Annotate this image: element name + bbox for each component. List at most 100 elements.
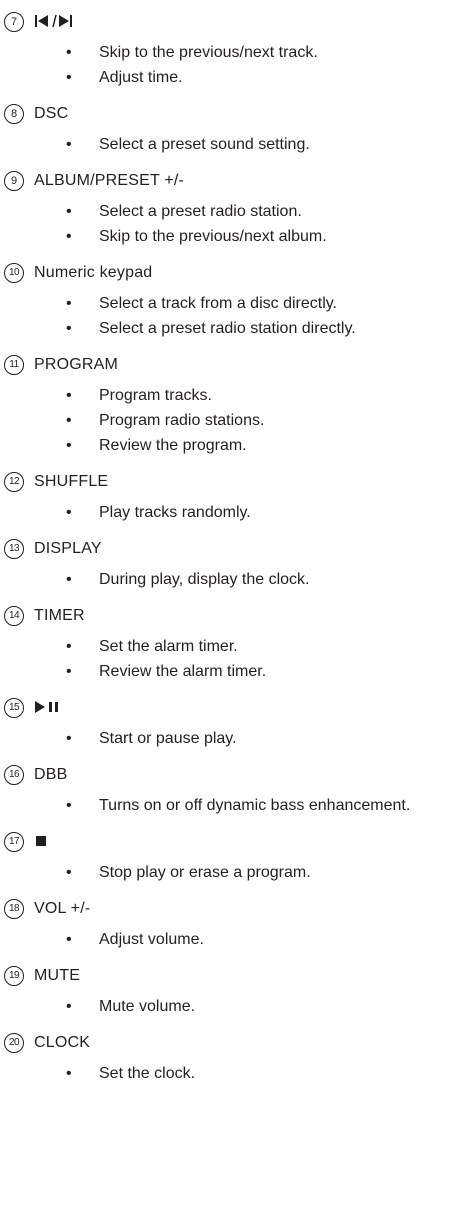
item-header: 15 <box>0 692 456 726</box>
item-label-text: PROGRAM <box>34 356 119 373</box>
bullet-item: • Review the program. <box>0 433 456 458</box>
item-8: 8 DSC • Select a preset sound setting. <box>0 98 456 165</box>
item-number-badge: 17 <box>4 832 24 852</box>
bullet-dot: • <box>66 504 72 521</box>
item-bullet-list: • Stop play or erase a program. <box>0 860 456 885</box>
item-label-text: DSC <box>34 105 69 122</box>
item-spacer <box>0 1086 456 1094</box>
item-bullet-list: • Adjust volume. <box>0 927 456 952</box>
item-label: DBB <box>34 765 68 785</box>
bullet-text: During play, display the clock. <box>99 571 310 588</box>
item-label-text: ALBUM/PRESET +/- <box>34 172 185 189</box>
item-label-text: Numeric keypad <box>34 264 153 281</box>
item-16: 16 DBB • Turns on or off dynamic bass enhan… <box>0 759 456 826</box>
bullet-item: • Review the alarm timer. <box>0 659 456 684</box>
item-spacer <box>0 90 456 98</box>
bullet-text: Select a track from a disc directly. <box>99 295 337 312</box>
play-pause-icon <box>34 699 62 716</box>
item-spacer <box>0 458 456 466</box>
bullet-item: • Skip to the previous/next album. <box>0 224 456 249</box>
item-bullet-list: • Select a preset radio station. • Skip to … <box>0 199 456 249</box>
item-11: 11 PROGRAM • Program tracks. • Program radio … <box>0 349 456 466</box>
bullet-text: Mute volume. <box>99 998 196 1015</box>
item-bullet-list: • During play, display the clock. <box>0 567 456 592</box>
bullet-dot: • <box>66 437 72 454</box>
bullet-dot: • <box>66 797 72 814</box>
item-spacer <box>0 684 456 692</box>
bullet-text: Skip to the previous/next track. <box>99 44 318 61</box>
item-label: DISPLAY <box>34 539 102 559</box>
item-number-badge: 20 <box>4 1033 24 1053</box>
item-label: PROGRAM <box>34 355 118 375</box>
item-label <box>34 698 62 718</box>
item-number-badge: 16 <box>4 765 24 785</box>
bullet-text: Set the clock. <box>99 1065 196 1082</box>
item-label-text: SHUFFLE <box>34 473 109 490</box>
item-label: VOL +/- <box>34 899 90 919</box>
item-label-text: DISPLAY <box>34 540 102 557</box>
bullet-text: Review the program. <box>99 437 247 454</box>
item-15: 15 • Start or pause play. <box>0 692 456 759</box>
bullet-text: Play tracks randomly. <box>99 504 251 521</box>
bullet-text: Adjust time. <box>99 69 183 86</box>
item-number-badge: 15 <box>4 698 24 718</box>
item-label: SHUFFLE <box>34 472 108 492</box>
item-spacer <box>0 592 456 600</box>
item-label: ALBUM/PRESET +/- <box>34 171 184 191</box>
item-number-badge: 12 <box>4 472 24 492</box>
bullet-text: Turns on or off dynamic bass enhancement… <box>99 797 411 814</box>
item-9: 9 ALBUM/PRESET +/- • Select a preset radio … <box>0 165 456 257</box>
bullet-dot: • <box>66 228 72 245</box>
item-label: DSC <box>34 104 68 124</box>
item-spacer <box>0 885 456 893</box>
bullet-dot: • <box>66 412 72 429</box>
item-label: TIMER <box>34 606 85 626</box>
item-header: 9 ALBUM/PRESET +/- <box>0 165 456 199</box>
bullet-dot: • <box>66 387 72 404</box>
bullet-item: • Set the alarm timer. <box>0 634 456 659</box>
item-number-badge: 19 <box>4 966 24 986</box>
bullet-item: • Skip to the previous/next track. <box>0 40 456 65</box>
item-label: MUTE <box>34 966 80 986</box>
item-bullet-list: • Set the alarm timer. • Review the alarm t… <box>0 634 456 684</box>
bullet-text: Stop play or erase a program. <box>99 864 311 881</box>
item-number-badge: 13 <box>4 539 24 559</box>
item-number-badge: 11 <box>4 355 24 375</box>
item-label: Numeric keypad <box>34 263 152 283</box>
bullet-text: Program tracks. <box>99 387 212 404</box>
bullet-item: • Stop play or erase a program. <box>0 860 456 885</box>
bullet-dot: • <box>66 638 72 655</box>
item-label: CLOCK <box>34 1033 90 1053</box>
item-number-badge: 18 <box>4 899 24 919</box>
item-bullet-list: • Mute volume. <box>0 994 456 1019</box>
item-spacer <box>0 157 456 165</box>
item-header: 7 <box>0 6 456 40</box>
bullet-text: Select a preset radio station. <box>99 203 302 220</box>
item-label-text: MUTE <box>34 967 81 984</box>
bullet-item: • Select a preset radio station. <box>0 199 456 224</box>
item-header: 11 PROGRAM <box>0 349 456 383</box>
item-header: 17 <box>0 826 456 860</box>
item-header: 8 DSC <box>0 98 456 132</box>
bullet-dot: • <box>66 44 72 61</box>
item-label-text: VOL +/- <box>34 900 91 917</box>
item-header: 13 DISPLAY <box>0 533 456 567</box>
bullet-dot: • <box>66 295 72 312</box>
item-label-text: CLOCK <box>34 1034 91 1051</box>
bullet-item: • Program radio stations. <box>0 408 456 433</box>
bullet-dot: • <box>66 864 72 881</box>
item-label-text: DBB <box>34 766 68 783</box>
item-spacer <box>0 1019 456 1027</box>
item-18: 18 VOL +/- • Adjust volume. <box>0 893 456 960</box>
item-bullet-list: • Start or pause play. <box>0 726 456 751</box>
bullet-dot: • <box>66 1065 72 1082</box>
bullet-item: • Turns on or off dynamic bass enhancemen… <box>0 793 456 818</box>
item-spacer <box>0 341 456 349</box>
item-bullet-list: • Turns on or off dynamic bass enhancemen… <box>0 793 456 818</box>
bullet-text: Select a preset radio station directly. <box>99 320 356 337</box>
bullet-text: Adjust volume. <box>99 931 204 948</box>
bullet-text: Program radio stations. <box>99 412 265 429</box>
bullet-dot: • <box>66 69 72 86</box>
bullet-item: • During play, display the clock. <box>0 567 456 592</box>
item-number-badge: 7 <box>4 12 24 32</box>
